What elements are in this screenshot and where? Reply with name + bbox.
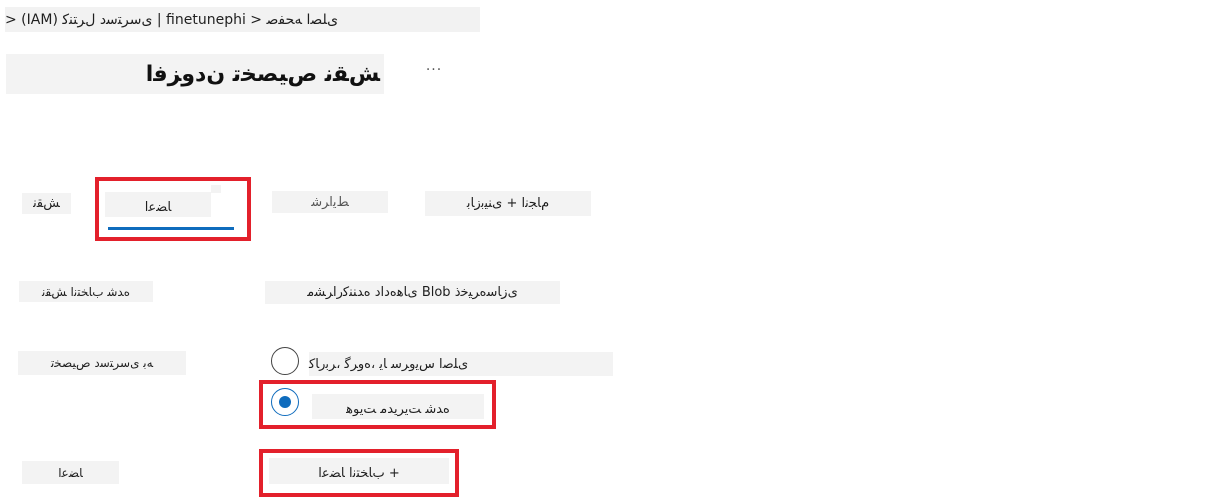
selected-role-label: ﻩﺪﺷ ﺏﺎﺨﺘﻧﺍ ﺶﻘﻧ: [19, 281, 153, 302]
page-title: ﺶﻘﻧ ﺹﯿﺼﺨﺗ ﻥﺩﻭﺰﻓﺍ: [145, 61, 380, 87]
members-tab-highlight-box: [95, 177, 251, 241]
tab-conditions[interactable]: ﻂﯾﺍﺮﺷ: [272, 191, 388, 213]
selected-role-value: ﻯﺯﺎﺳﻩﺮﯿﺧﺫ Blob ﻯﺎﻫﻩﺩﺍﺩ ﻩﺪﻨﻨﮐﺭﺍﺮﺸﻣ: [265, 281, 560, 304]
page-title-container: ﺶﻘﻧ ﺹﯿﺼﺨﺗ ﻥﺩﻭﺰﻓﺍ: [6, 54, 384, 94]
tab-role[interactable]: ﺶﻘﻧ: [22, 193, 71, 214]
members-label: ﺎﻀﻋﺍ: [22, 461, 119, 484]
breadcrumb[interactable]: ﻯﻠﺼﺍ ﻪﺤﻔﺻ < finetunephi | ﻯﺳﺮﺘﺳﺩ ﻝﺮﺘﻨﮐ (…: [5, 7, 480, 32]
user-group-sp-radio[interactable]: [271, 347, 299, 375]
select-members-highlight-box: [259, 449, 459, 497]
assign-access-to-label: ﻪﺑ ﻯﺳﺮﺘﺳﺩ ﺹﯿﺼﺨﺗ: [18, 351, 186, 375]
more-options-button[interactable]: ···: [422, 60, 446, 80]
tab-review-assign[interactable]: ﻡﺎﺠﻧﺍ + ﻯﻨﯿﺑﺯﺎﺑ: [425, 191, 591, 216]
user-group-sp-radio-label[interactable]: ﻯﻠﺻﺍ ﺱﯾﻭﺮﺳ ﺎﯾ ،ﻩﻭﺮﮔ ،ﺮﺑﺭﺎﮐ: [309, 352, 613, 376]
managed-identity-highlight-box: [259, 380, 496, 429]
